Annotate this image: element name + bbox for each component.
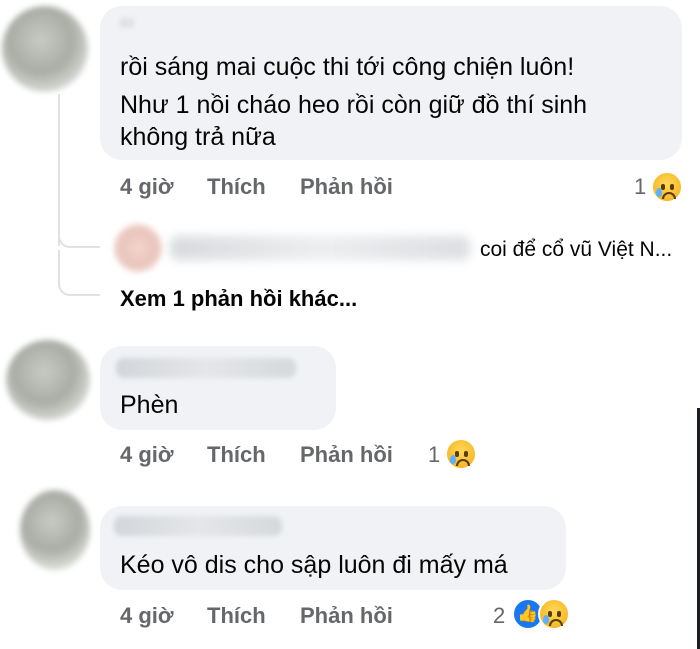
commenter-name[interactable] [114,516,282,536]
reply-button[interactable]: Phản hồi [300,174,393,200]
avatar[interactable] [2,6,88,92]
reply-avatar[interactable] [114,224,162,272]
reply-button[interactable]: Phản hồi [300,603,393,629]
thread-connector [58,210,100,248]
view-more-replies-link[interactable]: Xem 1 phản hồi khác... [120,286,357,312]
like-button[interactable]: Thích [207,442,266,468]
reply-preview-text[interactable]: coi để cổ vũ Việt N... [480,238,672,262]
reaction-count[interactable]: 1 [634,174,646,200]
comment-text-line: không trả nữa [120,123,276,151]
commenter-name[interactable] [120,18,134,28]
thread-connector [58,250,100,296]
comment-text-line: Kéo vô dis cho sập luôn đi mấy má [120,551,508,579]
avatar[interactable] [20,490,90,570]
comment-text-line: Phèn [120,391,179,419]
sad-reaction-icon [445,438,477,470]
reaction-count[interactable]: 2 [493,603,505,629]
sad-reaction-icon [538,598,570,630]
comment-bubble: rồi sáng mai cuộc thi tới công chiện luô… [100,6,682,160]
reply-author-name[interactable] [170,236,470,260]
like-button[interactable]: Thích [207,603,266,629]
like-button[interactable]: Thích [207,174,266,200]
comment-bubble: Kéo vô dis cho sập luôn đi mấy má [100,506,566,590]
timestamp[interactable]: 4 giờ [120,174,174,200]
sad-reaction-icon [651,171,683,203]
commenter-name[interactable] [116,358,296,378]
comment-bubble: Phèn [100,346,336,430]
timestamp[interactable]: 4 giờ [120,442,174,468]
reaction-count[interactable]: 1 [428,442,440,468]
reply-button[interactable]: Phản hồi [300,442,393,468]
timestamp[interactable]: 4 giờ [120,603,174,629]
comment-text-line: rồi sáng mai cuộc thi tới công chiện luô… [120,53,575,81]
avatar[interactable] [6,340,90,420]
